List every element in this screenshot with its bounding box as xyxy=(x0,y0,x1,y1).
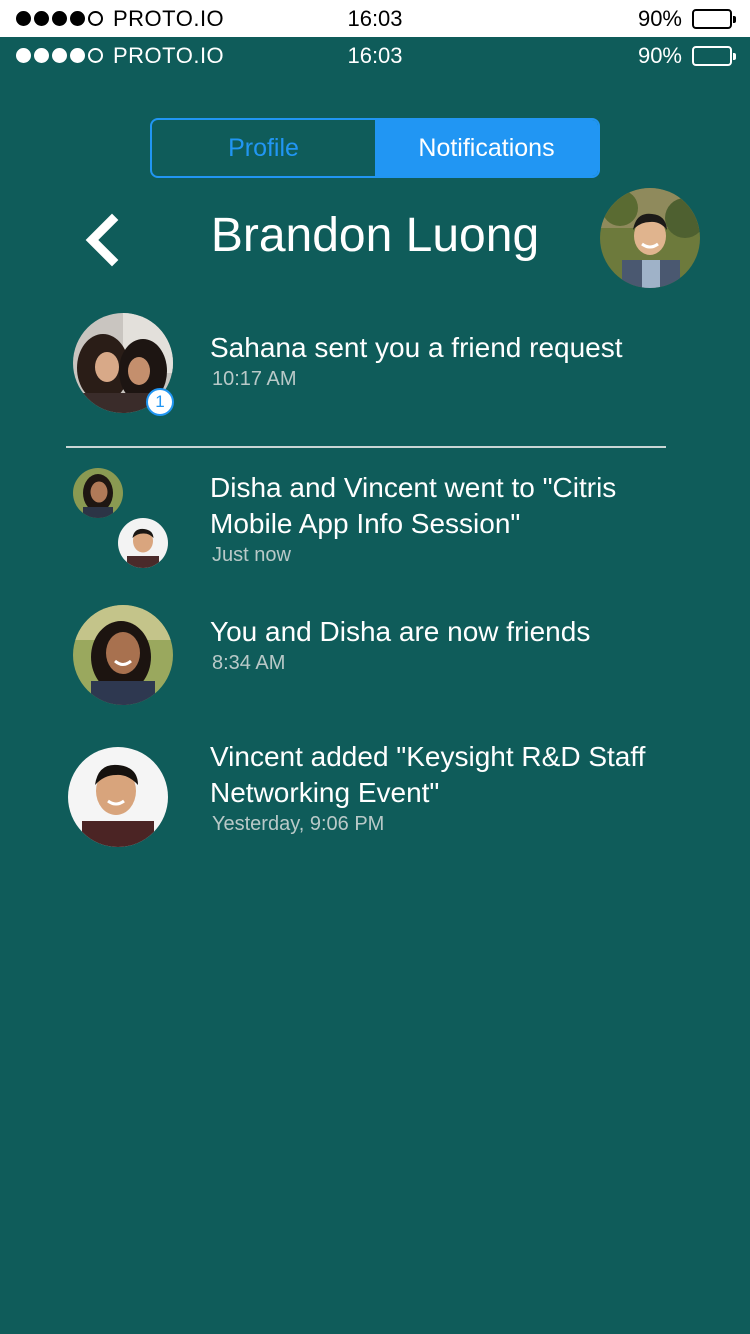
battery-percent: 90% xyxy=(637,5,682,31)
notification-text: Sahana sent you a friend request xyxy=(210,332,623,363)
battery-icon xyxy=(692,8,736,29)
notification-count-badge: 1 xyxy=(146,388,174,416)
tab-notifications[interactable]: Notifications xyxy=(375,120,598,176)
divider xyxy=(66,446,666,448)
tab-profile[interactable]: Profile xyxy=(152,120,375,176)
notification-text: You and Disha are now friends xyxy=(210,616,591,647)
notification-text: Vincent added "Keysight R&D Staff Networ… xyxy=(210,741,646,808)
status-bar-app: PROTO.IO 16:03 90% xyxy=(0,37,750,74)
notification-time: Just now xyxy=(212,544,291,566)
vincent-avatar[interactable] xyxy=(68,747,168,847)
profile-notifications-toggle: Profile Notifications xyxy=(150,118,600,178)
notification-time: Yesterday, 9:06 PM xyxy=(212,813,385,835)
notification-event-added[interactable]: Vincent added "Keysight R&D Staff Networ… xyxy=(210,739,680,837)
battery-percent: 90% xyxy=(637,42,682,68)
back-chevron-icon[interactable] xyxy=(80,212,128,268)
notification-time: 8:34 AM xyxy=(212,652,286,674)
notification-event-attended[interactable]: Disha and Vincent went to "Citris Mobile… xyxy=(210,470,680,568)
profile-avatar[interactable] xyxy=(600,188,700,288)
notification-friend-request[interactable]: Sahana sent you a friend request 10:17 A… xyxy=(210,330,680,392)
battery-icon xyxy=(692,45,736,66)
status-right: 90% xyxy=(637,0,736,37)
status-right: 90% xyxy=(637,37,736,74)
status-bar-system: PROTO.IO 16:03 90% xyxy=(0,0,750,37)
disha-small-avatar[interactable] xyxy=(73,468,123,518)
notification-new-friend[interactable]: You and Disha are now friends 8:34 AM xyxy=(210,614,680,676)
vincent-small-avatar[interactable] xyxy=(118,518,168,568)
disha-avatar[interactable] xyxy=(73,605,173,705)
notification-text: Disha and Vincent went to "Citris Mobile… xyxy=(210,472,617,539)
notification-time: 10:17 AM xyxy=(212,368,297,390)
page-title: Brandon Luong xyxy=(210,209,540,262)
